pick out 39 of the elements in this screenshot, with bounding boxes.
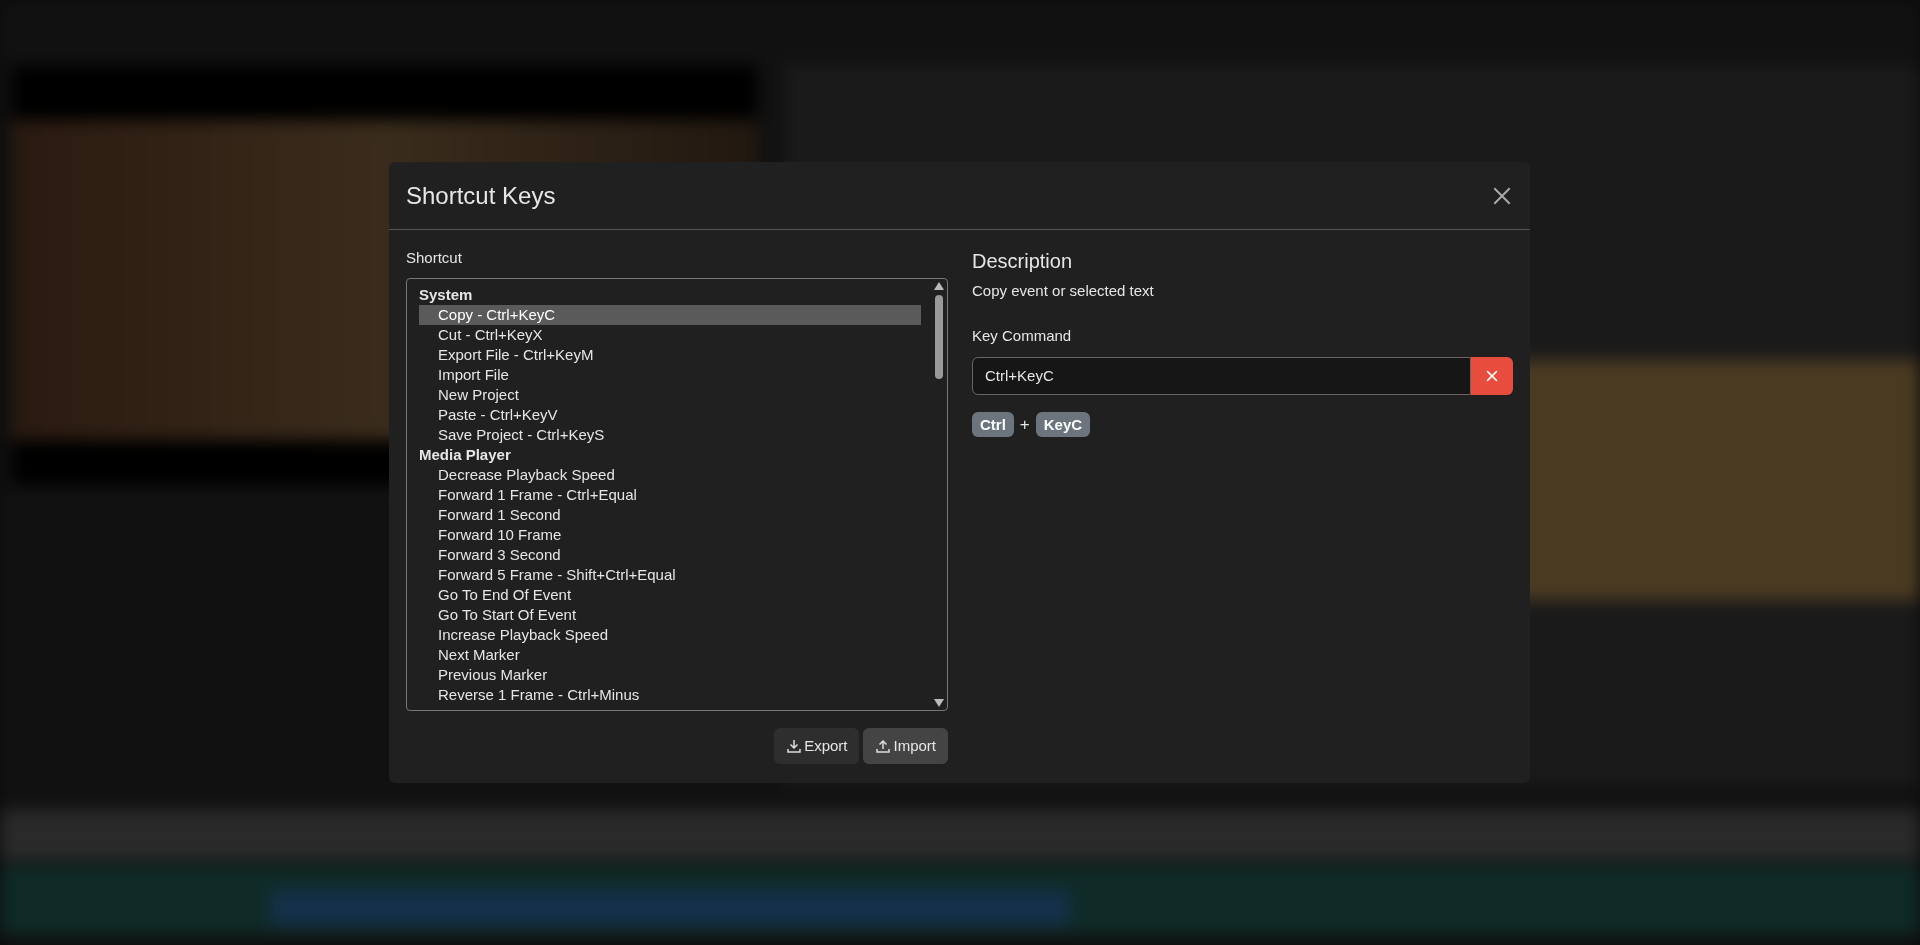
group-heading: System <box>419 285 473 305</box>
shortcut-item[interactable]: Next Marker <box>419 645 921 665</box>
shortcut-item[interactable]: New Project <box>419 385 921 405</box>
key-badge: Ctrl <box>972 412 1014 438</box>
shortcut-item[interactable]: Increase Playback Speed <box>419 625 921 645</box>
close-icon <box>1485 369 1499 383</box>
shortcut-item[interactable]: Forward 1 Second <box>419 505 921 525</box>
shortcut-item[interactable]: Forward 3 Second <box>419 545 921 565</box>
shortcut-item[interactable]: Reverse 1 Frame - Ctrl+Minus <box>419 685 921 705</box>
shortcut-item[interactable]: Go To End Of Event <box>419 585 921 605</box>
plus-sign: + <box>1019 414 1030 436</box>
export-button[interactable]: Export <box>774 728 860 764</box>
shortcut-item[interactable]: Save Project - Ctrl+KeyS <box>419 425 921 445</box>
import-button[interactable]: Import <box>863 728 948 764</box>
clear-button[interactable] <box>1471 357 1513 395</box>
shortcut-item[interactable]: Forward 5 Frame - Shift+Ctrl+Equal <box>419 565 921 585</box>
upload-icon <box>875 738 892 754</box>
shortcut-item[interactable]: Previous Marker <box>419 665 921 685</box>
key-command-label: Key Command <box>972 325 1073 346</box>
scroll-up-icon[interactable] <box>934 282 944 290</box>
shortcut-item[interactable]: Export File - Ctrl+KeyM <box>419 345 921 365</box>
download-icon <box>786 738 803 754</box>
description-heading: Description <box>972 249 1074 274</box>
shortcut-item[interactable]: Cut - Ctrl+KeyX <box>419 325 921 345</box>
shortcut-item[interactable]: Forward 1 Frame - Ctrl+Equal <box>419 485 921 505</box>
dialog-title: Shortcut Keys <box>406 180 556 211</box>
shortcut-item[interactable]: Paste - Ctrl+KeyV <box>419 405 921 425</box>
scrollbar-thumb[interactable] <box>935 295 943 379</box>
shortcut-item[interactable]: Copy - Ctrl+KeyC <box>419 305 921 325</box>
shortcut-item[interactable]: Decrease Playback Speed <box>419 465 921 485</box>
key-command-field[interactable]: Ctrl+KeyC <box>972 357 1471 395</box>
shortcut-item[interactable]: Forward 10 Frame <box>419 525 921 545</box>
group-heading: Media Player <box>419 445 511 465</box>
shortcut-item[interactable]: Import File <box>419 365 921 385</box>
description-text: Copy event or selected text <box>972 281 1155 301</box>
scroll-down-icon[interactable] <box>934 699 944 707</box>
shortcut-label: Shortcut <box>406 248 463 268</box>
key-badge: KeyC <box>1035 412 1091 438</box>
shortcut-item[interactable]: Go To Start Of Event <box>419 605 921 625</box>
